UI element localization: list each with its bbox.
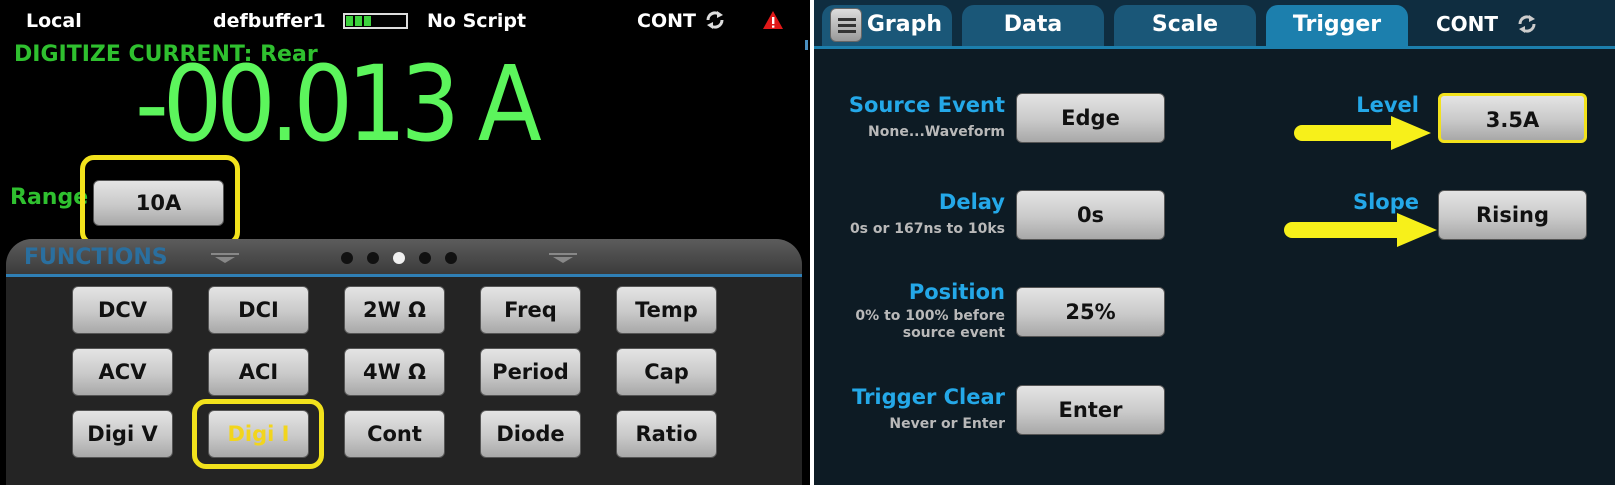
trigger-mode-label[interactable]: CONT [1436,12,1498,36]
script-indicator[interactable]: No Script [427,10,526,32]
tab-trigger[interactable]: Trigger [1266,5,1408,46]
function-button-ratio[interactable]: Ratio [616,410,717,458]
source-event-label: Source Event [848,93,1005,117]
source-event-hint: None...Waveform [868,124,1005,140]
active-buffer-name[interactable]: defbuffer1 [213,10,326,32]
menu-icon[interactable] [830,8,862,42]
delay-hint: 0s or 167ns to 10ks [849,221,1005,237]
measurement-reading: -00.013 A [135,52,542,156]
page-indicator[interactable] [341,252,457,264]
trigger-mode-label[interactable]: CONT [637,10,696,32]
swipe-indicator [805,40,808,50]
function-button-period[interactable]: Period [480,348,581,396]
function-button-4w-ohm[interactable]: 4W Ω [344,348,445,396]
functions-drawer-title: FUNCTIONS [24,245,168,270]
page-dot-3[interactable] [393,252,405,264]
range-label: Range [10,185,89,210]
refresh-icon[interactable] [704,9,726,31]
tab-bar: Graph Data Scale Trigger CONT [814,0,1615,46]
function-button-cap[interactable]: Cap [616,348,717,396]
range-button[interactable]: 10A [93,180,224,226]
trigger-settings-body: Source Event None...Waveform Edge Delay … [814,49,1615,485]
status-bar: Local defbuffer1 No Script CONT [0,0,810,50]
position-button[interactable]: 25% [1016,287,1165,337]
reading-sign: - [135,43,169,165]
buffer-fill-indicator[interactable] [343,13,408,29]
reading-value: 00.013 A [162,43,542,165]
front-panel-home-screen: Local defbuffer1 No Script CONT DIGITIZE… [0,0,810,485]
functions-drawer-handle[interactable]: FUNCTIONS [6,239,802,277]
tab-scale[interactable]: Scale [1114,5,1256,46]
control-mode-indicator[interactable]: Local [26,10,82,32]
function-button-2w-ohm[interactable]: 2W Ω [344,286,445,334]
page-dot-1[interactable] [341,252,353,264]
tab-data[interactable]: Data [962,5,1104,46]
warning-icon[interactable] [762,10,784,30]
function-button-dci[interactable]: DCI [208,286,309,334]
function-button-diode[interactable]: Diode [480,410,581,458]
position-hint-line1: 0% to 100% before [855,308,1005,324]
page-dot-4[interactable] [419,252,431,264]
function-button-dcv[interactable]: DCV [72,286,173,334]
functions-drawer: FUNCTIONS DCV DCI 2W Ω Freq Temp ACV ACI… [6,239,802,485]
delay-button[interactable]: 0s [1016,190,1165,240]
function-button-cont[interactable]: Cont [344,410,445,458]
slope-label: Slope [1352,190,1419,214]
slope-pointer-arrow [1284,213,1437,247]
trigger-clear-button[interactable]: Enter [1016,385,1165,435]
function-button-acv[interactable]: ACV [72,348,173,396]
position-label: Position [908,280,1005,304]
delay-label: Delay [938,190,1005,214]
trigger-clear-hint: Never or Enter [889,416,1005,432]
chevron-down-icon [211,253,239,263]
source-event-button[interactable]: Edge [1016,93,1165,143]
refresh-icon[interactable] [1516,13,1538,35]
function-button-digi-v[interactable]: Digi V [72,410,173,458]
trigger-settings-screen: Graph Data Scale Trigger CONT Source Eve… [814,0,1615,485]
position-hint-line2: source event [902,325,1005,341]
page-dot-2[interactable] [367,252,379,264]
function-button-aci[interactable]: ACI [208,348,309,396]
function-button-temp[interactable]: Temp [616,286,717,334]
trigger-clear-label: Trigger Clear [852,385,1005,409]
level-button[interactable]: 3.5A [1438,93,1587,143]
slope-button[interactable]: Rising [1438,190,1587,240]
function-button-freq[interactable]: Freq [480,286,581,334]
chevron-down-icon [549,253,577,263]
page-dot-5[interactable] [445,252,457,264]
function-button-digi-i[interactable]: Digi I [208,410,309,458]
buffer-fill-level [346,16,374,26]
level-label: Level [1356,93,1419,117]
level-pointer-arrow [1294,116,1431,150]
